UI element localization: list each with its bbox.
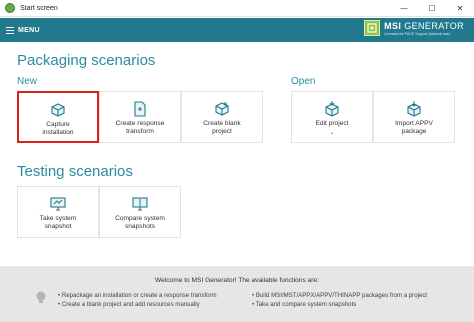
tile-label: Import APPV package xyxy=(395,120,433,135)
header-bar: MENU MSI GENERATOR Licensed for PACE Sup… xyxy=(0,18,474,42)
app-icon xyxy=(5,3,15,13)
welcome-title: Welcome to MSI Generator! The available … xyxy=(155,277,319,284)
hamburger-icon xyxy=(6,26,14,34)
response-file-icon xyxy=(134,101,146,117)
import-package-icon xyxy=(407,101,421,117)
packaging-scenarios-title: Packaging scenarios xyxy=(17,52,156,69)
close-button[interactable]: ✕ xyxy=(446,0,474,17)
list-item: Create a blank project and add resources… xyxy=(58,300,217,309)
blank-box-icon xyxy=(215,102,229,116)
functions-list-left: Repackage an installation or create a re… xyxy=(58,291,217,309)
capture-installation-tile[interactable]: Capture installation xyxy=(17,91,99,143)
list-item: Build MSI/MST/APPX/APPV/THINAPP packages… xyxy=(252,291,427,300)
chevron-down-icon[interactable]: ⌄ xyxy=(329,129,334,136)
new-group-label: New xyxy=(17,76,38,87)
tile-label: Edit project xyxy=(315,120,349,127)
brand-logo-icon xyxy=(364,20,381,36)
create-response-transform-tile[interactable]: Create response transform xyxy=(99,91,181,143)
window-controls: — ☐ ✕ xyxy=(390,0,474,17)
brand-name: MSI GENERATOR xyxy=(384,20,464,31)
monitor-compare-icon xyxy=(132,197,148,211)
maximize-button[interactable]: ☐ xyxy=(418,0,446,17)
menu-button[interactable]: MENU xyxy=(6,26,40,34)
tile-label: Capture installation xyxy=(42,121,74,136)
minimize-button[interactable]: — xyxy=(390,0,418,17)
edit-box-icon xyxy=(325,101,339,117)
create-blank-project-tile[interactable]: Create blank project xyxy=(181,91,263,143)
menu-label: MENU xyxy=(18,26,40,34)
take-system-snapshot-tile[interactable]: Take system snapshot xyxy=(17,186,99,238)
testing-scenarios-title: Testing scenarios xyxy=(17,163,133,180)
lightbulb-icon xyxy=(36,291,46,303)
window-title: Start screen xyxy=(20,4,58,12)
welcome-info-panel: Welcome to MSI Generator! The available … xyxy=(0,266,474,322)
functions-list-right: Build MSI/MST/APPX/APPV/THINAPP packages… xyxy=(252,291,427,309)
import-appv-package-tile[interactable]: Import APPV package xyxy=(373,91,455,143)
edit-project-tile[interactable]: Edit project ⌄ xyxy=(291,91,373,143)
tile-label: Create response transform xyxy=(115,120,165,135)
capture-box-icon xyxy=(51,103,65,117)
tile-label: Compare system snapshots xyxy=(115,215,165,230)
tile-label: Create blank project xyxy=(203,120,241,135)
tile-label: Take system snapshot xyxy=(39,215,77,230)
open-group-label: Open xyxy=(291,76,316,87)
list-item: Repackage an installation or create a re… xyxy=(58,291,217,300)
monitor-snapshot-icon xyxy=(50,197,66,211)
list-item: Take and compare system snapshots xyxy=(252,300,427,309)
brand-subtitle: Licensed for PACE Support (Internal use) xyxy=(384,31,450,36)
compare-system-snapshots-tile[interactable]: Compare system snapshots xyxy=(99,186,181,238)
brand: MSI GENERATOR Licensed for PACE Support … xyxy=(364,20,464,36)
title-bar: Start screen — ☐ ✕ xyxy=(0,0,474,17)
